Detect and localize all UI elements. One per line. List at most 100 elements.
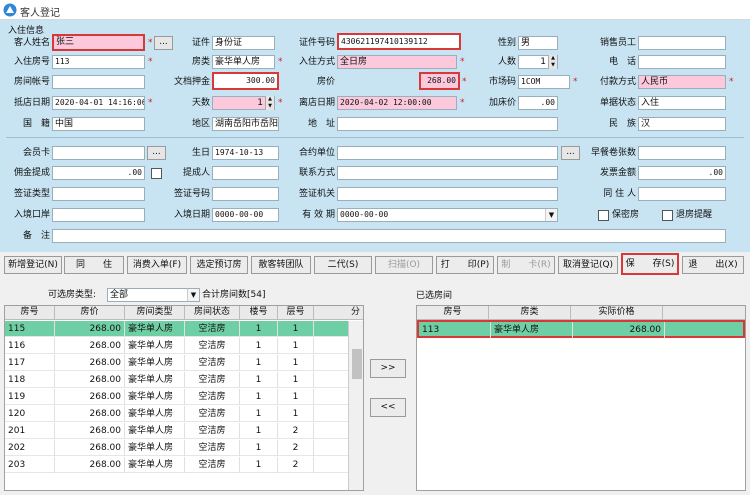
member-card-input[interactable] (52, 146, 145, 160)
checkout-reminder-checkbox[interactable] (662, 210, 673, 221)
table-cell: 1 (240, 440, 278, 456)
payment-method-input[interactable]: 人民币 (638, 75, 726, 89)
nationality-input[interactable]: 中国 (52, 117, 145, 131)
new-checkin-button[interactable]: 新增登记(N) (4, 256, 62, 274)
table-cell: 268.00 (55, 372, 125, 388)
deposit-input[interactable]: 300.00 (212, 72, 279, 90)
gender-input[interactable]: 男 (518, 36, 558, 50)
save-button[interactable]: 保 存(S) (621, 253, 679, 275)
table-row[interactable]: 117 268.00 豪华单人房 空洁房 1 1 (5, 355, 348, 371)
scrollbar-thumb[interactable] (352, 349, 362, 379)
guest-lookup-button[interactable]: ... (154, 36, 173, 50)
table-cell: 115 (5, 321, 55, 337)
visa-type-input[interactable] (52, 187, 145, 201)
table-cell: 268.00 (55, 321, 125, 337)
column-header[interactable]: 房号 (5, 306, 55, 320)
column-header[interactable]: 实际价格 (571, 306, 663, 320)
co-resident-input[interactable] (638, 187, 726, 201)
visa-office-input[interactable] (337, 187, 558, 201)
remark-input[interactable] (52, 229, 726, 243)
column-header[interactable]: 房间状态 (185, 306, 240, 320)
valid-until-input[interactable]: 0000-00-00 (337, 208, 558, 222)
salesperson-input[interactable] (638, 36, 726, 50)
table-row[interactable]: 116 268.00 豪华单人房 空洁房 1 1 (5, 338, 348, 354)
region-input[interactable]: 湖南岳阳市岳阳 (212, 117, 279, 131)
table-row[interactable]: 115 268.00 豪华单人房 空洁房 1 1 (5, 321, 348, 337)
print-button[interactable]: 打 印(P) (436, 256, 494, 274)
deposit-label: 文档押金 (173, 77, 210, 87)
column-header[interactable]: 楼号 (240, 306, 278, 320)
column-header[interactable]: 分 (314, 306, 363, 320)
id-type-input[interactable]: 身份证 (212, 36, 275, 50)
required-mark: * (278, 98, 283, 108)
column-header[interactable]: 房间类型 (125, 306, 185, 320)
birthday-input[interactable]: 1974-10-13 (212, 146, 279, 160)
required-mark: * (278, 57, 283, 67)
to-group-button[interactable]: 散客转团队 (251, 256, 311, 274)
commission-input[interactable]: .00 (52, 166, 145, 180)
contact-method-input[interactable] (337, 166, 558, 180)
table-cell: 豪华单人房 (125, 440, 185, 456)
table-row[interactable]: 118 268.00 豪华单人房 空洁房 1 1 (5, 372, 348, 388)
room-no-input[interactable]: 113 (52, 55, 145, 69)
table-row[interactable]: 120 268.00 豪华单人房 空洁房 1 1 (5, 406, 348, 422)
bill-status-label: 单据状态 (599, 98, 636, 108)
consume-entry-button[interactable]: 消费入单(F) (127, 256, 187, 274)
column-header[interactable]: 层号 (278, 306, 314, 320)
entry-port-input[interactable] (52, 208, 145, 222)
departure-date-label: 离店日期 (298, 98, 335, 108)
table-cell: 1 (240, 389, 278, 405)
cancel-checkin-button[interactable]: 取消登记(Q) (558, 256, 618, 274)
entry-date-input[interactable]: 0000-00-00 (212, 208, 279, 222)
table-row[interactable]: 113 豪华单人房 268.00 (417, 320, 745, 338)
column-header[interactable]: 房号 (417, 306, 489, 320)
column-header[interactable]: 房类 (489, 306, 571, 320)
market-code-input[interactable]: 1COM (518, 75, 570, 89)
scan-button[interactable]: 扫描(O) (375, 256, 433, 274)
select-booking-button[interactable]: 选定预订房 (190, 256, 248, 274)
checkin-method-input[interactable]: 全日房 (337, 55, 457, 69)
keep-secret-checkbox[interactable] (598, 210, 609, 221)
room-account-input[interactable] (52, 75, 145, 89)
table-row[interactable]: 119 268.00 豪华单人房 空洁房 1 1 (5, 389, 348, 405)
second-gen-id-button[interactable]: 二代(S) (314, 256, 372, 274)
contract-lookup-button[interactable]: ... (561, 146, 580, 160)
cohabit-button[interactable]: 同 住 (64, 256, 124, 274)
departure-date-input[interactable]: 2020-04-02 12:00:00 (337, 96, 457, 110)
table-cell: 120 (5, 406, 55, 422)
make-card-button[interactable]: 制 卡(R) (497, 256, 555, 274)
move-left-button[interactable]: << (370, 398, 406, 417)
move-right-button[interactable]: >> (370, 359, 406, 378)
column-header[interactable]: 房价 (55, 306, 125, 320)
phone-label: 电 话 (608, 57, 636, 67)
guest-name-input[interactable]: 张三 (52, 34, 145, 51)
table-row[interactable]: 202 268.00 豪华单人房 空洁房 1 2 (5, 440, 348, 456)
id-number-input[interactable]: 430621197410139112 (337, 33, 461, 50)
address-input[interactable] (337, 117, 558, 131)
available-rooms-table[interactable]: 房号 房价 房间类型 房间状态 楼号 层号 分 115 268.00 豪华单人房 空洁… (4, 305, 364, 491)
phone-input[interactable] (638, 55, 726, 69)
invoice-amount-input[interactable]: .00 (638, 166, 726, 180)
headcount-spinner[interactable]: ▲ ▼ (548, 55, 557, 69)
room-price-input[interactable]: 268.00 (419, 72, 460, 90)
table-cell: 豪华单人房 (125, 321, 185, 337)
arrival-date-input[interactable]: 2020-04-01 14:16:06 (52, 96, 145, 110)
region-label: 地区 (191, 119, 210, 129)
referrer-input[interactable] (212, 166, 279, 180)
contract-unit-input[interactable] (337, 146, 558, 160)
bill-status-input[interactable]: 入住 (638, 96, 726, 110)
chevron-down-icon[interactable]: ▼ (187, 289, 199, 301)
visa-no-input[interactable] (212, 187, 279, 201)
selected-rooms-table[interactable]: 房号 房类 实际价格 113 豪华单人房 268.00 (416, 305, 746, 491)
days-spinner[interactable]: ▲ ▼ (265, 96, 274, 110)
room-type-input[interactable]: 豪华单人房 (212, 55, 275, 69)
ethnicity-input[interactable]: 汉 (638, 117, 726, 131)
table-row[interactable]: 203 268.00 豪华单人房 空洁房 1 2 (5, 457, 348, 473)
vertical-scrollbar[interactable] (348, 321, 363, 490)
chevron-down-icon[interactable]: ▼ (545, 209, 557, 221)
exit-button[interactable]: 退 出(X) (682, 256, 744, 274)
table-cell: 1 (278, 406, 314, 422)
surcharge-input[interactable]: .00 (518, 96, 558, 110)
breakfast-tickets-input[interactable] (638, 146, 726, 160)
table-row[interactable]: 201 268.00 豪华单人房 空洁房 1 2 (5, 423, 348, 439)
